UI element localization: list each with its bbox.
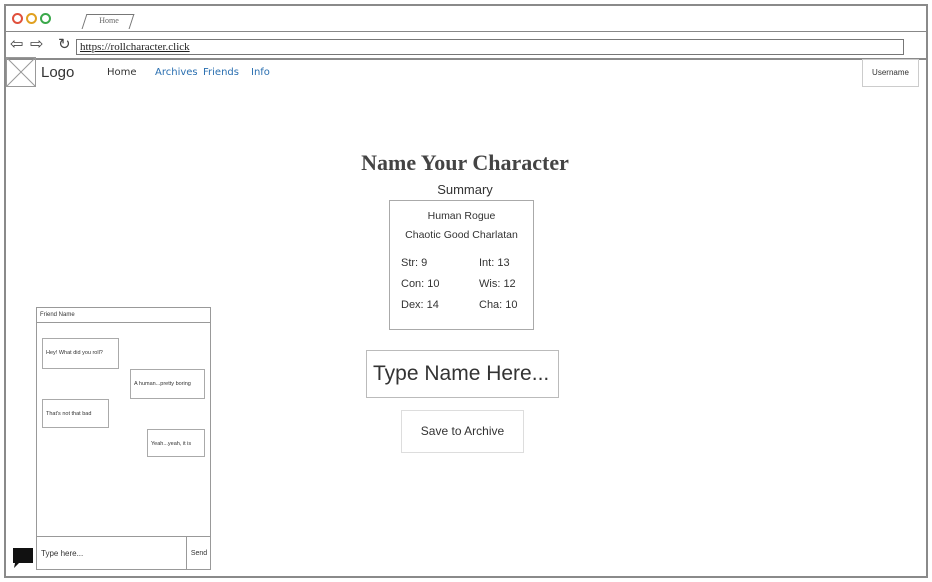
username-button[interactable]: Username: [862, 59, 919, 87]
character-summary-card: Human Rogue Chaotic Good Charlatan Str: …: [389, 200, 534, 330]
nav-friends[interactable]: Friends: [203, 67, 239, 78]
chat-message: Hey! What did you roll?: [42, 338, 119, 369]
stat-cha: Cha: 10: [479, 299, 518, 311]
chat-message: Yeah...yeah, it is: [147, 429, 205, 457]
nav-info[interactable]: Info: [251, 67, 270, 78]
logo-image-icon[interactable]: [6, 57, 36, 87]
stat-str: Str: 9: [401, 257, 428, 269]
chat-input-row: Type here... Send: [37, 536, 210, 570]
nav-home[interactable]: Home: [107, 67, 137, 78]
minimize-window-icon[interactable]: [26, 13, 37, 24]
maximize-window-icon[interactable]: [40, 13, 51, 24]
address-bar: ⇦ ⇨ ↻ https://rollcharacter.click: [6, 33, 926, 60]
page-title: Name Your Character: [361, 150, 569, 175]
nav-archives[interactable]: Archives: [155, 67, 198, 78]
chat-send-button[interactable]: Send: [187, 537, 211, 570]
race-class: Human Rogue: [427, 210, 496, 222]
close-window-icon[interactable]: [12, 13, 23, 24]
stat-con: Con: 10: [401, 278, 440, 290]
stat-wis: Wis: 12: [479, 278, 516, 290]
chat-message: That's not that bad: [42, 399, 109, 428]
stat-int: Int: 13: [479, 257, 510, 269]
forward-icon[interactable]: ⇨: [30, 37, 43, 53]
chat-panel: Friend Name Hey! What did you roll? A hu…: [36, 307, 211, 570]
url-field[interactable]: https://rollcharacter.click: [76, 39, 904, 55]
save-to-archive-button[interactable]: Save to Archive: [401, 410, 524, 453]
summary-label: Summary: [437, 182, 493, 197]
chat-bubble-icon[interactable]: [11, 546, 35, 570]
alignment-background: Chaotic Good Charlatan: [405, 229, 518, 241]
chat-message: A human...pretty boring: [130, 369, 205, 399]
back-icon[interactable]: ⇦: [10, 37, 23, 53]
chat-message-input[interactable]: Type here...: [37, 537, 187, 570]
logo-text[interactable]: Logo: [41, 64, 74, 81]
character-name-input[interactable]: Type Name Here...: [366, 350, 559, 398]
reload-icon[interactable]: ↻: [58, 37, 71, 53]
chat-friend-name: Friend Name: [37, 308, 210, 323]
stat-dex: Dex: 14: [401, 299, 439, 311]
tab-label[interactable]: Home: [86, 16, 132, 25]
title-bar: Home: [6, 6, 926, 32]
